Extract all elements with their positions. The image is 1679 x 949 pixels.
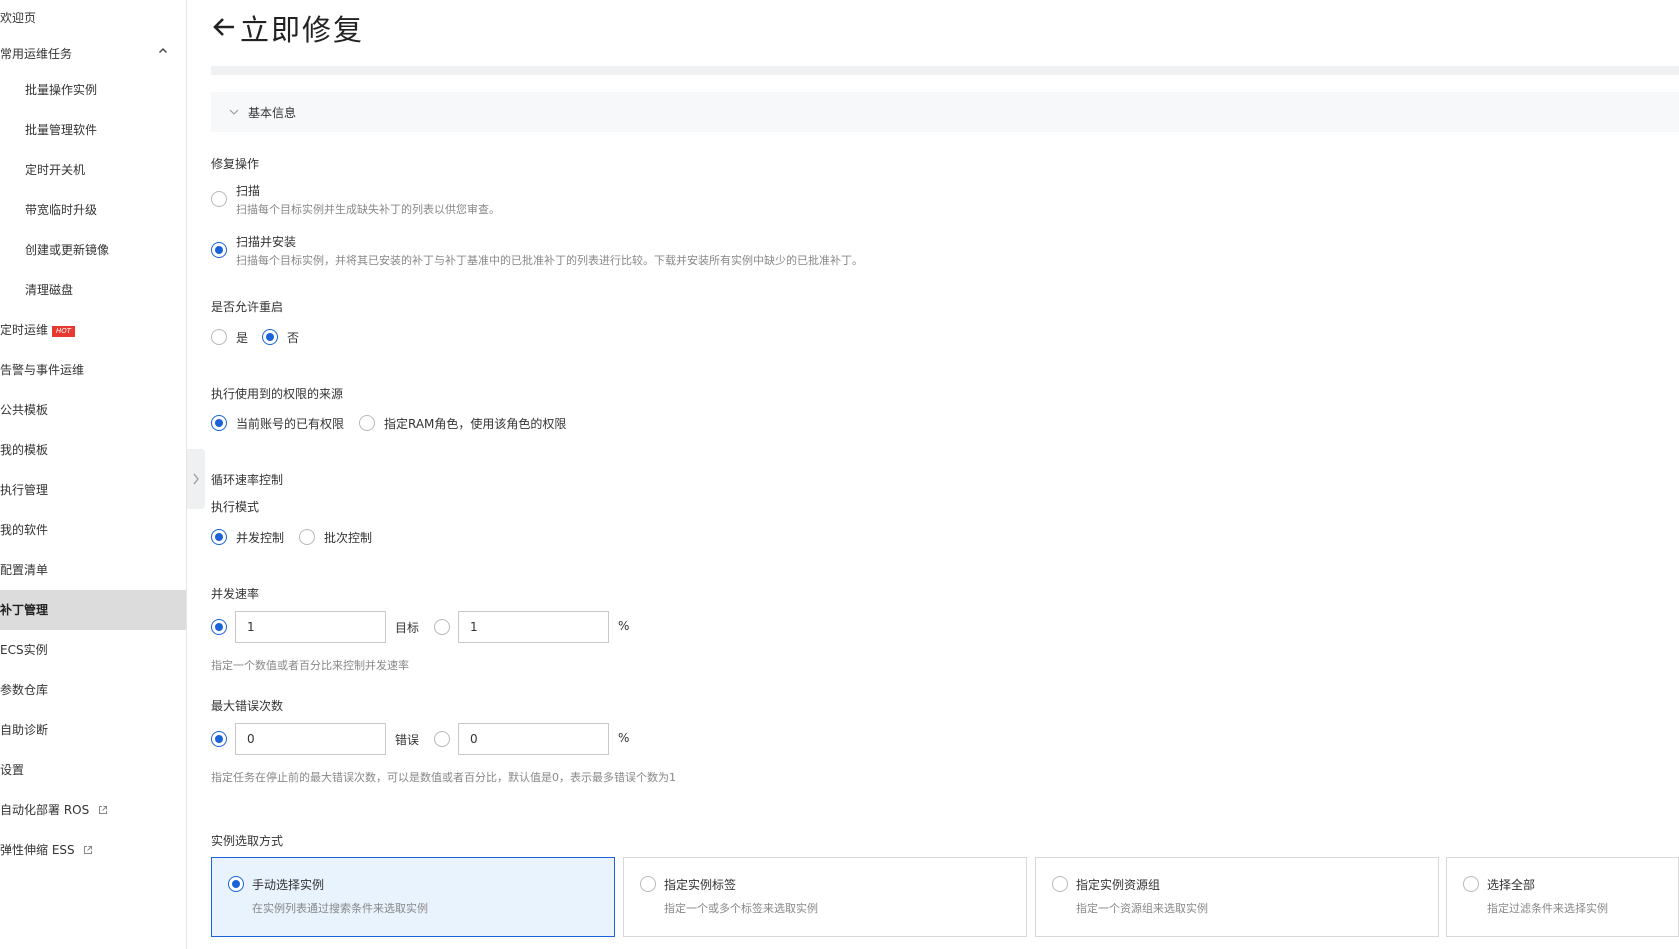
radio-scan-install-desc: 扫描每个目标实例，并将其已安装的补丁与补丁基准中的已批准补丁的列表进行比较。下载… bbox=[236, 254, 863, 267]
sidebar-item-patch-management[interactable]: 补丁管理 bbox=[0, 590, 186, 630]
radio-scan-desc: 扫描每个目标实例并生成缺失补丁的列表以供您审查。 bbox=[236, 203, 500, 216]
card-title: 指定实例资源组 bbox=[1076, 878, 1161, 892]
max-errors-percent-unit: % bbox=[618, 731, 630, 745]
sidebar-item-self-diagnosis[interactable]: 自助诊断 bbox=[0, 710, 186, 750]
max-errors-unit: 错误 bbox=[395, 733, 420, 747]
sidebar: 欢迎页 常用运维任务 批量操作实例 批量管理软件 定时开关机 带宽临时升级 创建… bbox=[0, 0, 187, 949]
hot-badge: HOT bbox=[52, 326, 76, 337]
sidebar-item-scheduled-ops[interactable]: 定时运维 HOT bbox=[0, 310, 186, 350]
sidebar-item-my-templates[interactable]: 我的模板 bbox=[0, 430, 186, 470]
back-arrow-icon[interactable] bbox=[212, 16, 236, 42]
card-select-all[interactable]: 选择全部 指定过滤条件来选择实例 bbox=[1446, 857, 1679, 937]
section-basic-info[interactable]: 基本信息 bbox=[211, 92, 1679, 132]
loop-rate-label: 循环速率控制 bbox=[211, 473, 284, 487]
sidebar-item-my-software[interactable]: 我的软件 bbox=[0, 510, 186, 550]
max-errors-percent-input[interactable]: 0 bbox=[458, 723, 609, 755]
exec-mode-label: 执行模式 bbox=[211, 500, 260, 514]
sidebar-item-welcome[interactable]: 欢迎页 bbox=[0, 0, 186, 38]
radio-batch-control[interactable] bbox=[299, 529, 315, 545]
radio-scan-label: 扫描 bbox=[236, 184, 261, 198]
radio-current-account[interactable] bbox=[211, 415, 227, 431]
sidebar-item-batch-instances[interactable]: 批量操作实例 bbox=[0, 70, 186, 110]
radio-scan-install[interactable] bbox=[211, 242, 227, 258]
max-errors-hint: 指定任务在停止前的最大错误次数，可以是数值或者百分比，默认值是0，表示最多错误个… bbox=[211, 771, 676, 784]
radio-manual-select[interactable] bbox=[228, 876, 244, 892]
radio-scan[interactable] bbox=[211, 191, 227, 207]
concurrency-hint: 指定一个数值或者百分比来控制并发速率 bbox=[211, 659, 409, 672]
radio-reboot-yes-label: 是 bbox=[236, 331, 249, 345]
sidebar-item-ecs-instances[interactable]: ECS实例 bbox=[0, 630, 186, 670]
card-desc: 指定一个或多个标签来选取实例 bbox=[664, 902, 818, 915]
radio-select-all[interactable] bbox=[1463, 876, 1479, 892]
card-desc: 在实例列表通过搜索条件来选取实例 bbox=[252, 902, 428, 915]
radio-reboot-no[interactable] bbox=[262, 329, 278, 345]
radio-max-errors-percent[interactable] bbox=[434, 731, 450, 747]
card-tag-select[interactable]: 指定实例标签 指定一个或多个标签来选取实例 bbox=[623, 857, 1027, 937]
chevron-down-icon bbox=[229, 109, 239, 115]
permission-label: 执行使用到的权限的来源 bbox=[211, 387, 344, 401]
sidebar-item-alarm-ops[interactable]: 告警与事件运维 bbox=[0, 350, 186, 390]
concurrency-unit: 目标 bbox=[395, 621, 420, 635]
sidebar-item-ess[interactable]: 弹性伸缩 ESS bbox=[0, 830, 186, 870]
card-resource-group-select[interactable]: 指定实例资源组 指定一个资源组来选取实例 bbox=[1035, 857, 1439, 937]
radio-concurrency-control-label: 并发控制 bbox=[236, 531, 285, 545]
radio-max-errors-count[interactable] bbox=[211, 731, 227, 747]
radio-scan-install-label: 扫描并安装 bbox=[236, 235, 297, 249]
sidebar-item-batch-software[interactable]: 批量管理软件 bbox=[0, 110, 186, 150]
radio-resource-group-select[interactable] bbox=[1052, 876, 1068, 892]
sidebar-item-bandwidth-upgrade[interactable]: 带宽临时升级 bbox=[0, 190, 186, 230]
radio-concurrency-percent[interactable] bbox=[434, 619, 450, 635]
radio-reboot-no-label: 否 bbox=[287, 331, 300, 345]
external-link-icon bbox=[98, 791, 108, 814]
card-desc: 指定一个资源组来选取实例 bbox=[1076, 902, 1208, 915]
repair-op-label: 修复操作 bbox=[211, 157, 260, 171]
external-link-icon bbox=[83, 831, 93, 854]
card-title: 选择全部 bbox=[1487, 878, 1536, 892]
sidebar-item-scheduled-power[interactable]: 定时开关机 bbox=[0, 150, 186, 190]
max-errors-count-input[interactable]: 0 bbox=[235, 723, 386, 755]
card-title: 手动选择实例 bbox=[252, 878, 325, 892]
sidebar-item-clean-disk[interactable]: 清理磁盘 bbox=[0, 270, 186, 310]
page-title: 立即修复 bbox=[240, 13, 365, 47]
card-desc: 指定过滤条件来选择实例 bbox=[1487, 902, 1608, 915]
sidebar-item-public-templates[interactable]: 公共模板 bbox=[0, 390, 186, 430]
sidebar-item-executions[interactable]: 执行管理 bbox=[0, 470, 186, 510]
radio-reboot-yes[interactable] bbox=[211, 329, 227, 345]
sidebar-item-parameter-store[interactable]: 参数仓库 bbox=[0, 670, 186, 710]
concurrency-label: 并发速率 bbox=[211, 587, 260, 601]
chevron-up-icon bbox=[158, 34, 168, 74]
radio-concurrency-count[interactable] bbox=[211, 619, 227, 635]
sidebar-item-common-ops[interactable]: 常用运维任务 bbox=[0, 34, 186, 74]
radio-tag-select[interactable] bbox=[640, 876, 656, 892]
max-errors-label: 最大错误次数 bbox=[211, 699, 284, 713]
progress-bar bbox=[211, 66, 1679, 75]
radio-concurrency-control[interactable] bbox=[211, 529, 227, 545]
main-content: 立即修复 基本信息 修复操作 扫描 扫描每个目标实例并生成缺失补丁的列表以供您审… bbox=[188, 0, 1679, 949]
reboot-label: 是否允许重启 bbox=[211, 300, 284, 314]
sidebar-item-inventory[interactable]: 配置清单 bbox=[0, 550, 186, 590]
card-title: 指定实例标签 bbox=[664, 878, 737, 892]
section-title: 基本信息 bbox=[248, 106, 297, 120]
concurrency-count-input[interactable]: 1 bbox=[235, 611, 386, 643]
radio-ram-role-label: 指定RAM角色，使用该角色的权限 bbox=[384, 417, 567, 431]
radio-batch-control-label: 批次控制 bbox=[324, 531, 373, 545]
concurrency-percent-unit: % bbox=[618, 619, 630, 633]
radio-current-account-label: 当前账号的已有权限 bbox=[236, 417, 345, 431]
radio-ram-role[interactable] bbox=[359, 415, 375, 431]
sidebar-item-ros[interactable]: 自动化部署 ROS bbox=[0, 790, 186, 830]
card-manual-select[interactable]: 手动选择实例 在实例列表通过搜索条件来选取实例 bbox=[211, 857, 615, 937]
sidebar-item-settings[interactable]: 设置 bbox=[0, 750, 186, 790]
concurrency-percent-input[interactable]: 1 bbox=[458, 611, 609, 643]
sidebar-item-image[interactable]: 创建或更新镜像 bbox=[0, 230, 186, 270]
instance-select-label: 实例选取方式 bbox=[211, 834, 284, 848]
